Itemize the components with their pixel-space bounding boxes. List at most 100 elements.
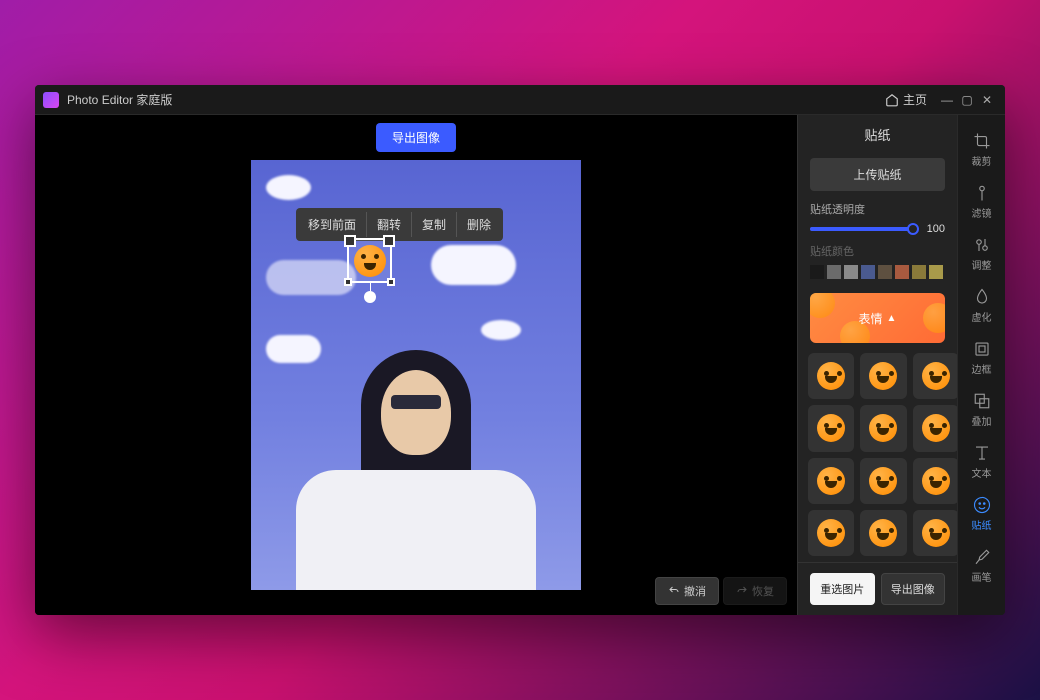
text-icon xyxy=(973,444,991,462)
tool-frame[interactable]: 边框 xyxy=(962,333,1002,383)
panel-export-button[interactable]: 导出图像 xyxy=(881,573,946,605)
frame-icon xyxy=(973,340,991,358)
sticker-item[interactable] xyxy=(860,353,906,399)
sticker-item[interactable] xyxy=(913,458,958,504)
emoji-icon xyxy=(922,414,950,442)
ctx-flip[interactable]: 翻转 xyxy=(367,212,412,237)
ctx-bring-front[interactable]: 移到前面 xyxy=(298,212,367,237)
color-label: 贴纸颜色 xyxy=(810,243,945,259)
adjust-icon xyxy=(973,236,991,254)
tool-sticker[interactable]: 贴纸 xyxy=(962,489,1002,539)
minimize-button[interactable]: — xyxy=(937,93,957,107)
sticker-item[interactable] xyxy=(860,458,906,504)
undo-icon xyxy=(668,585,680,597)
emoji-icon xyxy=(869,467,897,495)
cloud-decor xyxy=(266,175,311,200)
redo-button[interactable]: 恢复 xyxy=(723,577,787,605)
category-label: 表情 xyxy=(859,310,883,327)
rotate-handle[interactable] xyxy=(364,291,376,303)
panel-title: 贴纸 xyxy=(798,115,957,154)
sticker-panel: 贴纸 上传贴纸 贴纸透明度 100 贴纸颜色 表情 ▲ xyxy=(797,115,957,615)
color-swatch[interactable] xyxy=(929,265,943,279)
emoji-icon xyxy=(922,467,950,495)
opacity-label: 贴纸透明度 xyxy=(810,201,945,217)
crop-icon xyxy=(973,132,991,150)
sticker-icon xyxy=(973,496,991,514)
cloud-decor xyxy=(431,245,516,285)
emoji-icon xyxy=(817,519,845,547)
opacity-control: 贴纸透明度 100 xyxy=(798,201,957,243)
color-swatch[interactable] xyxy=(895,265,909,279)
tool-brush[interactable]: 画笔 xyxy=(962,541,1002,591)
titlebar: Photo Editor 家庭版 主页 — ▢ ✕ xyxy=(35,85,1005,115)
sticker-item[interactable] xyxy=(913,510,958,556)
tool-label: 调整 xyxy=(972,257,992,272)
tool-overlay[interactable]: 叠加 xyxy=(962,385,1002,435)
redo-label: 恢复 xyxy=(752,583,774,599)
color-swatch[interactable] xyxy=(861,265,875,279)
tool-filter[interactable]: 滤镜 xyxy=(962,177,1002,227)
resize-handle[interactable] xyxy=(344,278,352,286)
sticker-context-toolbar: 移到前面 翻转 复制 删除 xyxy=(296,208,503,241)
photo-canvas[interactable]: 移到前面 翻转 复制 删除 xyxy=(251,160,581,590)
emoji-icon xyxy=(922,362,950,390)
emoji-icon xyxy=(869,414,897,442)
filter-icon xyxy=(973,184,991,202)
resize-handle[interactable] xyxy=(387,278,395,286)
sticker-item[interactable] xyxy=(860,510,906,556)
upload-sticker-button[interactable]: 上传贴纸 xyxy=(810,158,945,191)
sticker-item[interactable] xyxy=(913,405,958,451)
sticker-grid xyxy=(798,347,957,562)
app-window: Photo Editor 家庭版 主页 — ▢ ✕ 导出图像 xyxy=(35,85,1005,615)
ctx-copy[interactable]: 复制 xyxy=(412,212,457,237)
slider-thumb[interactable] xyxy=(907,223,919,235)
sticker-item[interactable] xyxy=(808,458,854,504)
sticker-color-section: 贴纸颜色 xyxy=(798,243,957,289)
color-swatch[interactable] xyxy=(810,265,824,279)
tool-label: 叠加 xyxy=(972,413,992,428)
color-swatch[interactable] xyxy=(912,265,926,279)
undo-redo-group: 撤消 恢复 xyxy=(655,577,787,605)
tool-text[interactable]: 文本 xyxy=(962,437,1002,487)
ctx-delete[interactable]: 删除 xyxy=(457,212,501,237)
color-swatch[interactable] xyxy=(878,265,892,279)
emoji-icon xyxy=(817,362,845,390)
sticker-item[interactable] xyxy=(808,510,854,556)
emoji-icon xyxy=(817,467,845,495)
tool-rail: 裁剪滤镜调整虚化边框叠加文本贴纸画笔 xyxy=(957,115,1005,615)
app-title: Photo Editor 家庭版 xyxy=(67,91,172,108)
tool-label: 虚化 xyxy=(972,309,992,324)
selected-sticker[interactable] xyxy=(347,238,392,283)
cloud-decor xyxy=(266,260,356,295)
overlay-icon xyxy=(973,392,991,410)
sticker-item[interactable] xyxy=(808,405,854,451)
tool-label: 画笔 xyxy=(972,569,992,584)
chevron-up-icon: ▲ xyxy=(887,313,897,324)
reselect-image-button[interactable]: 重选图片 xyxy=(810,573,875,605)
tool-crop[interactable]: 裁剪 xyxy=(962,125,1002,175)
home-icon xyxy=(885,93,899,107)
emoji-smile-icon xyxy=(354,245,386,277)
emoji-icon xyxy=(869,519,897,547)
tool-adjust[interactable]: 调整 xyxy=(962,229,1002,279)
color-swatch[interactable] xyxy=(844,265,858,279)
category-card-emotions[interactable]: 表情 ▲ xyxy=(810,293,945,343)
export-button[interactable]: 导出图像 xyxy=(376,123,456,152)
opacity-value: 100 xyxy=(921,223,945,235)
home-button[interactable]: 主页 xyxy=(885,91,927,108)
tool-label: 贴纸 xyxy=(972,517,992,532)
blur-icon xyxy=(973,288,991,306)
opacity-slider[interactable] xyxy=(810,227,913,231)
maximize-button[interactable]: ▢ xyxy=(957,93,977,107)
content-area: 导出图像 移到前面 翻转 复制 删除 xyxy=(35,115,1005,615)
sticker-item[interactable] xyxy=(913,353,958,399)
color-swatch[interactable] xyxy=(827,265,841,279)
tool-label: 滤镜 xyxy=(972,205,992,220)
tool-blur[interactable]: 虚化 xyxy=(962,281,1002,331)
canvas-area: 导出图像 移到前面 翻转 复制 删除 xyxy=(35,115,797,615)
undo-button[interactable]: 撤消 xyxy=(655,577,719,605)
sticker-item[interactable] xyxy=(860,405,906,451)
photo-subject xyxy=(286,330,546,590)
sticker-item[interactable] xyxy=(808,353,854,399)
close-button[interactable]: ✕ xyxy=(977,93,997,107)
